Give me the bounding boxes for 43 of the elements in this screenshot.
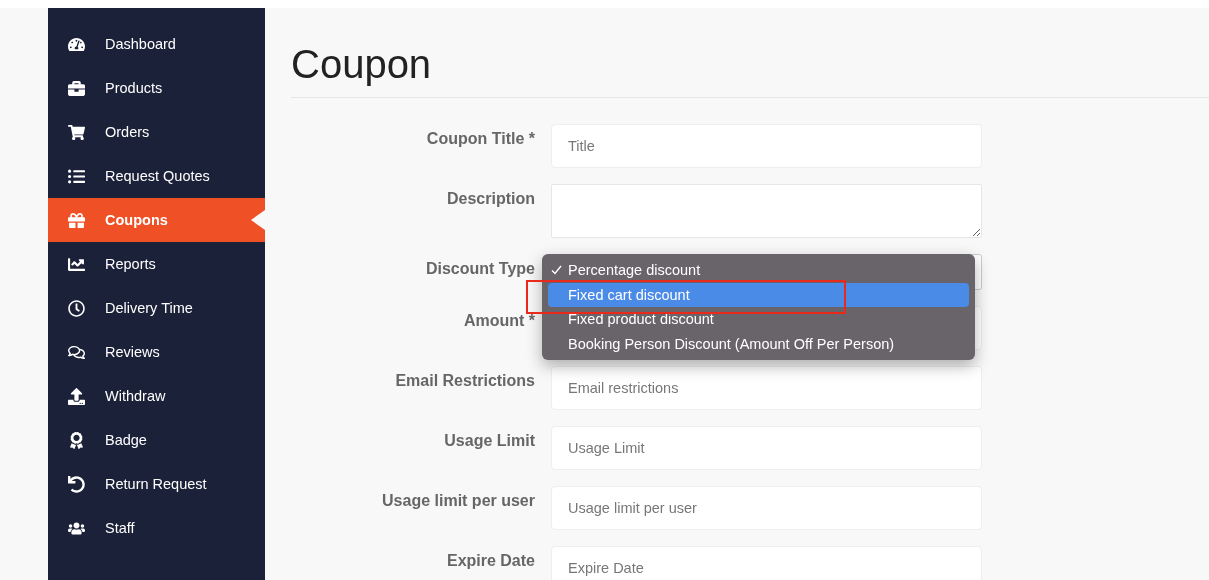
sidebar-item[interactable]: Withdraw bbox=[48, 374, 265, 418]
input-field[interactable]: Expire Date bbox=[551, 546, 982, 580]
dropdown-option[interactable]: Booking Person Discount (Amount Off Per Person) bbox=[548, 331, 969, 356]
field-label: Discount Type bbox=[424, 259, 535, 278]
medal-icon bbox=[68, 431, 85, 449]
field-label: Coupon Title * bbox=[425, 129, 535, 148]
list-icon bbox=[68, 167, 85, 185]
briefcase-icon bbox=[68, 79, 85, 97]
input-field[interactable]: Usage limit per user bbox=[551, 486, 982, 530]
active-notch-icon bbox=[251, 210, 265, 230]
input-field[interactable]: Usage Limit bbox=[551, 426, 982, 470]
dropdown-option[interactable]: Fixed product discount bbox=[548, 307, 969, 332]
clock-icon bbox=[68, 299, 85, 317]
sidebar-item[interactable]: Reviews bbox=[48, 330, 265, 374]
sidebar-item[interactable]: Dashboard bbox=[48, 22, 265, 66]
field-label: Amount * bbox=[462, 311, 535, 330]
undo-icon bbox=[68, 475, 85, 493]
sidebar-item[interactable]: Return Request bbox=[48, 462, 265, 506]
sidebar-item[interactable]: Staff bbox=[48, 506, 265, 550]
field-label: Description bbox=[446, 189, 535, 208]
sidebar-item[interactable]: Coupons bbox=[48, 198, 265, 242]
textarea-field[interactable] bbox=[551, 184, 982, 238]
sidebar-item[interactable]: Reports bbox=[48, 242, 265, 286]
chat-icon bbox=[68, 343, 85, 361]
sidebar-item[interactable]: Products bbox=[48, 66, 265, 110]
gauge-icon bbox=[68, 35, 85, 53]
field-label: Expire Date bbox=[445, 551, 535, 570]
dropdown-option[interactable]: Percentage discount bbox=[548, 258, 969, 283]
input-field[interactable]: Title bbox=[551, 124, 982, 168]
field-label: Email Restrictions bbox=[394, 371, 535, 390]
sidebar-item[interactable]: Request Quotes bbox=[48, 154, 265, 198]
field-label: Usage Limit bbox=[443, 431, 535, 450]
gift-icon bbox=[68, 211, 85, 229]
check-icon bbox=[551, 264, 562, 275]
upload-icon bbox=[68, 387, 85, 405]
sidebar-item[interactable]: Badge bbox=[48, 418, 265, 462]
page-title: Coupon bbox=[291, 41, 433, 88]
sidebar-item[interactable]: Delivery Time bbox=[48, 286, 265, 330]
cart-icon bbox=[68, 123, 85, 141]
input-field[interactable]: Email restrictions bbox=[551, 366, 982, 410]
sidebar-item[interactable]: Orders bbox=[48, 110, 265, 154]
line-chart-icon bbox=[68, 255, 85, 273]
field-label: Usage limit per user bbox=[381, 491, 535, 510]
